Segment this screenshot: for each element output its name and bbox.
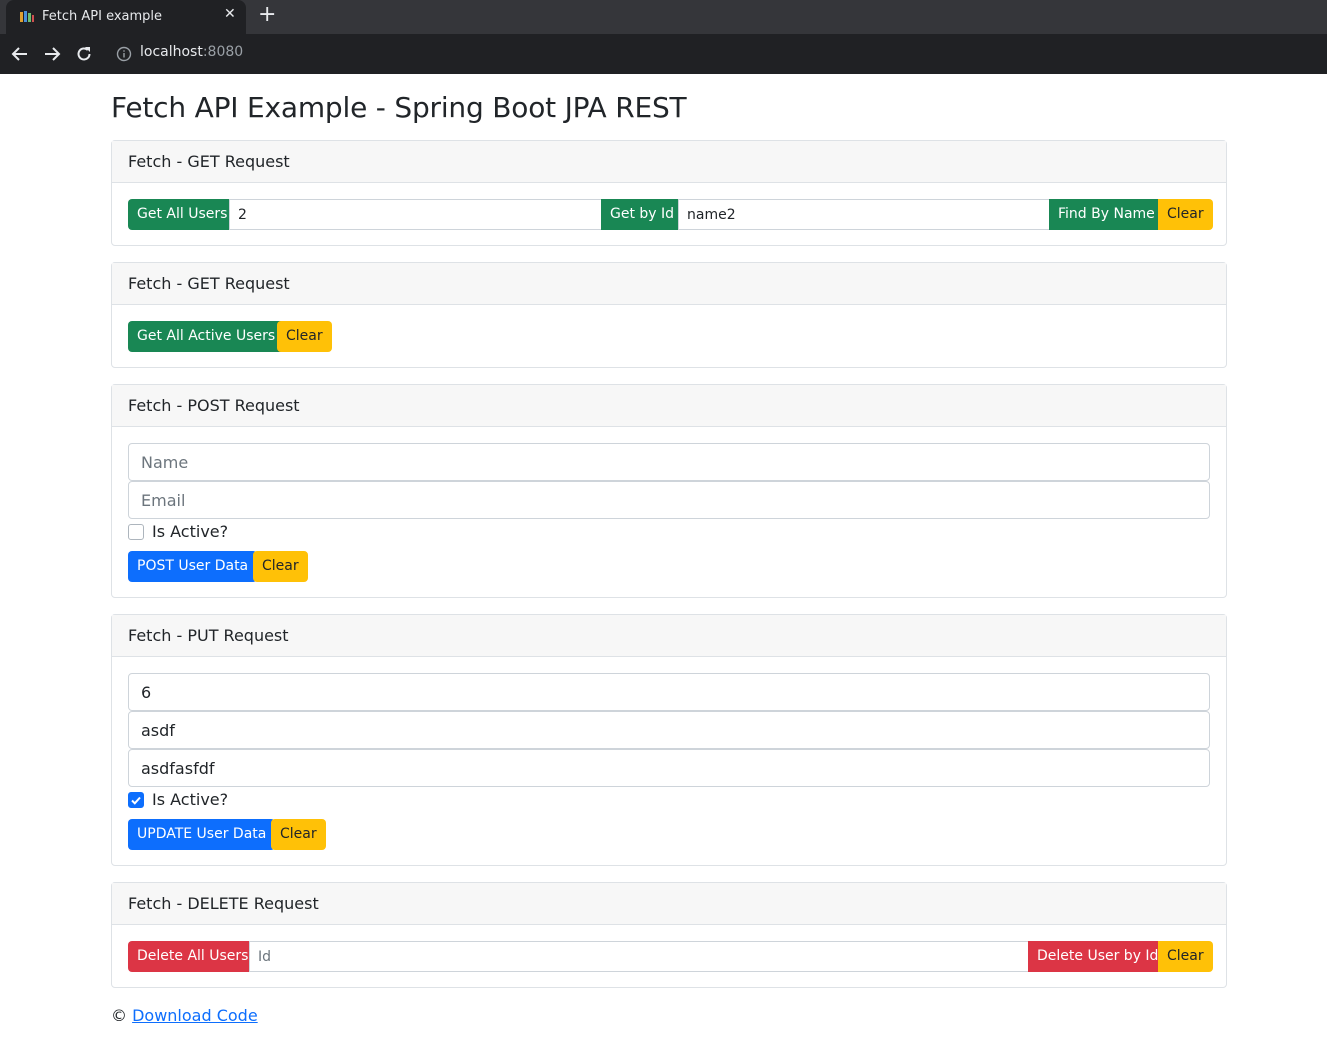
- checkbox-checked-icon[interactable]: [128, 791, 144, 808]
- download-code-link[interactable]: Download Code: [132, 1006, 258, 1025]
- post-name-input[interactable]: [128, 443, 1210, 481]
- put-is-active-label: Is Active?: [152, 790, 229, 809]
- put-name-input[interactable]: [128, 711, 1210, 749]
- post-email-input[interactable]: [128, 481, 1210, 519]
- delete-clear-button[interactable]: Clear: [1158, 941, 1213, 972]
- get-by-id-button[interactable]: Get by Id: [601, 199, 684, 230]
- browser-tab-bar: Fetch API example ✕ +: [0, 0, 1327, 34]
- browser-toolbar: localhost:8080: [0, 34, 1327, 74]
- copyright-symbol: ©: [111, 1006, 133, 1025]
- url-text: localhost:8080: [140, 44, 243, 60]
- browser-tab[interactable]: Fetch API example ✕: [6, 0, 246, 34]
- forward-icon[interactable]: [40, 42, 64, 66]
- get-clear-button[interactable]: Clear: [1158, 199, 1213, 230]
- update-user-data-button[interactable]: UPDATE User Data: [128, 819, 276, 850]
- delete-request-card: Fetch - DELETE Request Delete All Users …: [111, 882, 1227, 988]
- address-bar[interactable]: localhost:8080: [108, 38, 1318, 70]
- put-id-input[interactable]: [128, 673, 1210, 711]
- post-is-active-label: Is Active?: [152, 522, 229, 541]
- back-icon[interactable]: [8, 42, 32, 66]
- delete-id-input[interactable]: [249, 941, 1029, 972]
- post-is-active-checkbox[interactable]: Is Active?: [128, 522, 228, 541]
- get-card-body: Get All Users Get by Id Find By Name Cle…: [112, 183, 1226, 245]
- url-port: :8080: [202, 44, 244, 60]
- get-request-card: Fetch - GET Request Get All Users Get by…: [111, 140, 1227, 246]
- get-id-input[interactable]: [229, 199, 602, 230]
- delete-all-users-button[interactable]: Delete All Users: [128, 941, 258, 972]
- post-request-card: Fetch - POST Request Is Active? POST Use…: [111, 384, 1227, 598]
- reload-icon[interactable]: [72, 42, 96, 66]
- post-card-header: Fetch - POST Request: [112, 385, 1226, 427]
- url-host: localhost: [140, 44, 203, 60]
- find-name-input[interactable]: [678, 199, 1050, 230]
- delete-user-by-id-button[interactable]: Delete User by Id: [1028, 941, 1168, 972]
- get-active-request-card: Fetch - GET Request Get All Active Users…: [111, 262, 1227, 368]
- favicon-icon: [20, 11, 34, 22]
- checkbox-unchecked-icon[interactable]: [128, 523, 144, 540]
- post-clear-button[interactable]: Clear: [253, 551, 308, 582]
- delete-card-header: Fetch - DELETE Request: [112, 883, 1226, 925]
- close-tab-icon[interactable]: ✕: [224, 7, 236, 21]
- page-title: Fetch API Example - Spring Boot JPA REST: [111, 91, 687, 124]
- footer: © Download Code: [111, 1006, 258, 1025]
- delete-card-body: Delete All Users Delete User by Id Clear: [112, 925, 1226, 987]
- put-email-input[interactable]: [128, 749, 1210, 787]
- put-is-active-checkbox[interactable]: Is Active?: [128, 790, 228, 809]
- post-user-data-button[interactable]: POST User Data: [128, 551, 258, 582]
- tab-title: Fetch API example: [42, 9, 163, 24]
- get-active-clear-button[interactable]: Clear: [277, 321, 332, 352]
- find-by-name-button[interactable]: Find By Name: [1049, 199, 1164, 230]
- get-active-card-body: Get All Active Users Clear: [112, 305, 1226, 367]
- put-card-body: Is Active? UPDATE User Data Clear: [112, 657, 1226, 865]
- get-all-active-users-button[interactable]: Get All Active Users: [128, 321, 285, 352]
- get-active-card-header: Fetch - GET Request: [112, 263, 1226, 305]
- get-card-header: Fetch - GET Request: [112, 141, 1226, 183]
- new-tab-icon[interactable]: +: [258, 4, 276, 26]
- put-clear-button[interactable]: Clear: [271, 819, 326, 850]
- put-request-card: Fetch - PUT Request Is Active? UPDATE Us…: [111, 614, 1227, 866]
- info-icon[interactable]: [116, 46, 132, 62]
- put-card-header: Fetch - PUT Request: [112, 615, 1226, 657]
- get-all-users-button[interactable]: Get All Users: [128, 199, 237, 230]
- post-card-body: Is Active? POST User Data Clear: [112, 427, 1226, 597]
